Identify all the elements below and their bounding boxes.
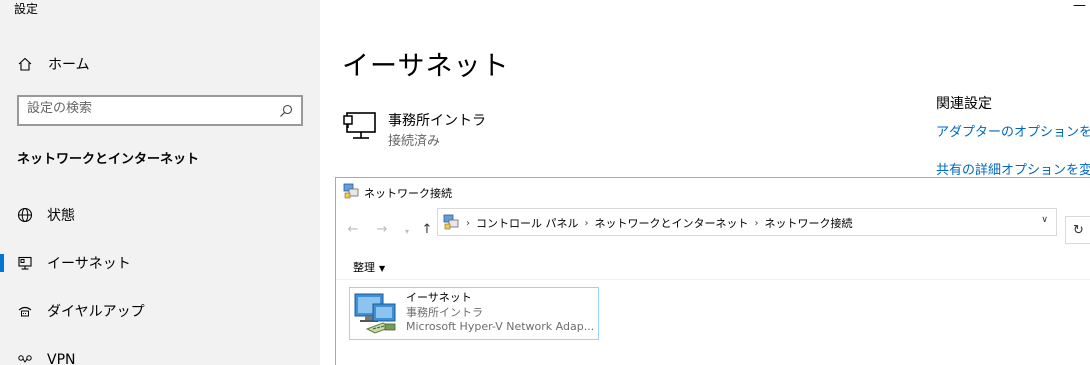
sidebar-item-label: ホーム — [48, 57, 90, 73]
sidebar-item-status[interactable]: 状態 — [0, 197, 320, 233]
sidebar-item-vpn[interactable]: VPN — [0, 342, 320, 365]
breadcrumb-separator-icon[interactable]: › — [755, 218, 759, 229]
sidebar-item-label: 状態 — [47, 208, 75, 224]
command-toolbar: 整理 ▼ — [336, 254, 1090, 280]
breadcrumb-separator-icon[interactable]: › — [466, 218, 470, 229]
ethernet-icon — [16, 254, 34, 272]
connection-item-ethernet[interactable]: イーサネット 事務所イントラ Microsoft Hyper-V Network… — [349, 287, 599, 340]
breadcrumb-control-panel[interactable]: コントロール パネル — [476, 215, 579, 231]
sidebar-item-label: VPN — [47, 352, 76, 365]
globe-icon — [16, 206, 34, 224]
organize-button[interactable]: 整理 ▼ — [353, 259, 385, 275]
search-input[interactable] — [27, 101, 267, 116]
page-title: イーサネット — [342, 51, 510, 82]
search-icon[interactable] — [278, 103, 294, 119]
settings-sidebar: 設定 ホーム ネットワークとインターネット 状態 イーサネット ダイヤルアップ — [0, 0, 320, 365]
sidebar-item-label: イーサネット — [47, 256, 131, 272]
organize-label: 整理 — [353, 261, 375, 274]
recent-locations-chevron-icon[interactable]: ▾ — [399, 223, 415, 239]
breadcrumb-separator-icon[interactable]: › — [585, 218, 589, 229]
change-adapter-options-link[interactable]: アダプターのオプションを変更 — [936, 121, 1090, 140]
breadcrumb-network-internet[interactable]: ネットワークとインターネット — [595, 215, 749, 231]
settings-search-box[interactable] — [17, 95, 303, 126]
control-panel-icon — [443, 214, 459, 230]
back-arrow-icon[interactable]: ← — [345, 221, 361, 237]
network-adapter-icon — [353, 291, 401, 337]
sidebar-item-ethernet[interactable]: イーサネット — [0, 245, 320, 281]
minimize-button[interactable]: — — [1073, 0, 1086, 13]
app-title: 設定 — [14, 2, 39, 16]
sidebar-item-dialup[interactable]: ダイヤルアップ — [0, 293, 320, 329]
breadcrumb-network-connections[interactable]: ネットワーク接続 — [765, 215, 853, 231]
window-title: ネットワーク接続 — [364, 187, 452, 200]
window-titlebar[interactable]: ネットワーク接続 — [336, 178, 1090, 206]
dialup-icon — [16, 302, 34, 320]
address-dropdown-chevron-icon[interactable]: ∨ — [1041, 215, 1048, 225]
connection-adapter: Microsoft Hyper-V Network Adap... — [406, 320, 595, 333]
home-icon — [16, 55, 34, 73]
refresh-icon[interactable]: ↻ — [1065, 216, 1090, 244]
network-connections-window: ネットワーク接続 ← → ▾ ↑ › コントロール パネル › ネットワークとイ… — [335, 177, 1090, 365]
network-icon — [343, 111, 379, 141]
related-settings-title: 関連設定 — [936, 96, 992, 112]
section-title: ネットワークとインターネット — [17, 152, 200, 167]
forward-arrow-icon[interactable]: → — [374, 221, 390, 237]
caret-down-icon: ▼ — [379, 264, 386, 273]
advanced-sharing-options-link[interactable]: 共有の詳細オプションを変更 — [936, 159, 1090, 178]
sidebar-item-label: ダイヤルアップ — [47, 304, 145, 320]
up-arrow-icon[interactable]: ↑ — [419, 221, 435, 237]
connection-name: イーサネット — [406, 291, 472, 304]
connection-network: 事務所イントラ — [406, 306, 483, 319]
address-bar[interactable]: › コントロール パネル › ネットワークとインターネット › ネットワーク接続… — [437, 208, 1057, 236]
sidebar-item-home[interactable]: ホーム — [0, 46, 320, 82]
network-connections-icon — [343, 183, 359, 199]
network-status: 接続済み — [388, 134, 441, 149]
breadcrumb: › コントロール パネル › ネットワークとインターネット › ネットワーク接続 — [464, 215, 857, 231]
network-name[interactable]: 事務所イントラ — [388, 110, 486, 130]
vpn-icon — [16, 351, 34, 365]
